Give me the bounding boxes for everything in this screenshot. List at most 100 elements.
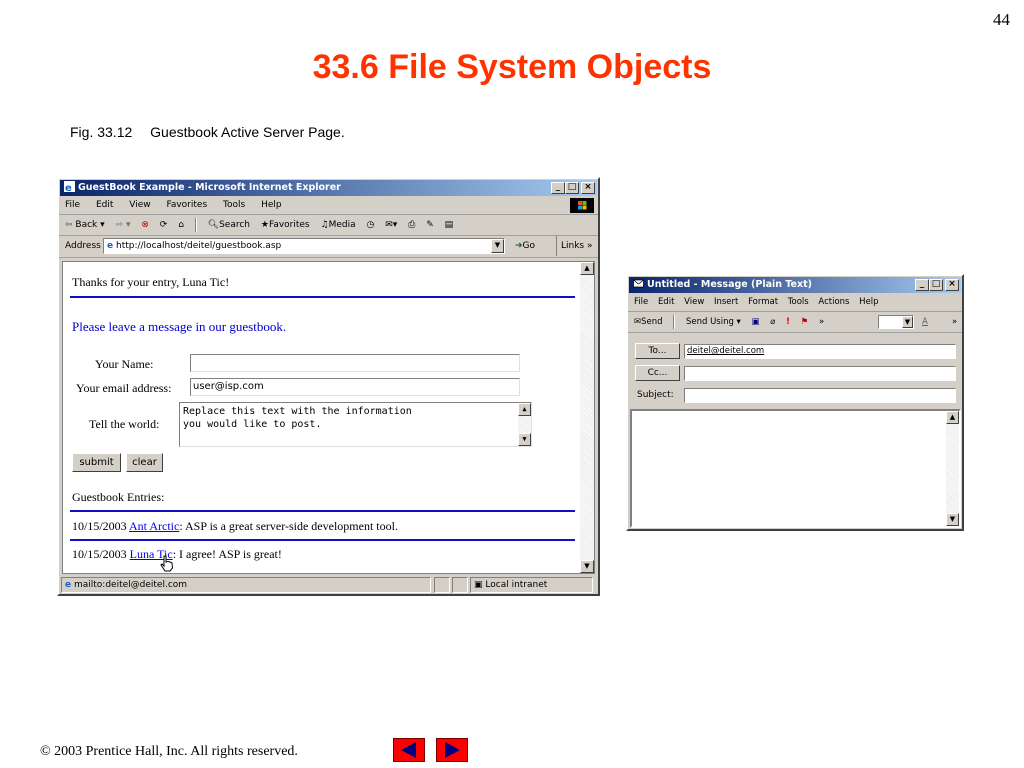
menu-help[interactable]: Help — [261, 200, 282, 210]
media-button[interactable]: ♫Media — [321, 215, 356, 235]
figure-caption: Fig. 33.12 Guestbook Active Server Page. — [70, 124, 345, 140]
back-button[interactable]: ⇦ Back ▾ — [65, 215, 105, 235]
textarea-scrollbar[interactable]: ▲ ▼ — [518, 403, 531, 446]
browser-title-bar[interactable]: e GuestBook Example - Microsoft Internet… — [60, 180, 597, 196]
menu-edit[interactable]: Edit — [658, 297, 674, 307]
minimize-button[interactable]: _ — [915, 279, 929, 291]
menu-tools[interactable]: Tools — [223, 200, 245, 210]
scroll-down-button[interactable]: ▼ — [518, 433, 531, 446]
links-button[interactable]: Links » — [556, 236, 593, 256]
font-size-dropdown[interactable]: ▼ — [878, 315, 914, 329]
more-icon[interactable]: » — [952, 312, 957, 332]
print-icon[interactable]: ⎙ — [408, 215, 415, 235]
to-field[interactable]: deitel@deitel.com — [684, 344, 956, 359]
thanks-message: Thanks for your entry, Luna Tic! — [72, 275, 230, 289]
tell-world-label: Tell the world: — [89, 417, 160, 431]
save-icon[interactable]: ▣ — [752, 312, 760, 332]
subject-field[interactable] — [684, 388, 956, 403]
right-arrow-icon — [445, 742, 460, 758]
scroll-down-button[interactable]: ▼ — [946, 513, 959, 526]
menu-actions[interactable]: Actions — [818, 297, 849, 307]
browser-title: GuestBook Example - Microsoft Internet E… — [78, 182, 341, 193]
menu-format[interactable]: Format — [748, 297, 778, 307]
name-input[interactable] — [190, 354, 520, 372]
forward-button[interactable]: ⇨ ▾ — [116, 215, 131, 235]
email-label: Your email address: — [76, 381, 172, 395]
menu-view[interactable]: View — [684, 297, 704, 307]
history-icon[interactable]: ◷ — [366, 215, 374, 235]
address-label: Address — [65, 241, 101, 251]
to-button[interactable]: To... — [635, 343, 680, 359]
menu-help[interactable]: Help — [859, 297, 878, 307]
search-icon: 🔍︎ — [207, 220, 220, 230]
guestbook-page: Thanks for your entry, Luna Tic! Please … — [63, 262, 581, 573]
maximize-button[interactable]: □ — [929, 279, 943, 291]
flag-icon[interactable]: ⚑ — [801, 312, 809, 332]
dropdown-button[interactable]: ▼ — [902, 316, 913, 328]
discuss-icon[interactable]: ▤ — [445, 215, 454, 235]
maximize-button[interactable]: □ — [565, 182, 579, 194]
send-button[interactable]: ✉Send — [634, 312, 663, 332]
more-icon[interactable]: » — [819, 312, 824, 332]
search-button[interactable]: 🔍︎Search — [208, 215, 250, 235]
go-button[interactable]: ➜Go — [515, 236, 535, 256]
svg-text:e: e — [65, 183, 72, 192]
name-label: Your Name: — [95, 357, 154, 371]
scroll-down-button[interactable]: ▼ — [580, 560, 594, 573]
back-arrow-icon: ⇦ — [65, 220, 73, 230]
message-headers: To... deitel@deitel.com Cc... Subject: — [628, 336, 962, 406]
divider — [70, 539, 575, 541]
send-using-button[interactable]: Send Using ▾ — [686, 312, 741, 332]
scroll-up-button[interactable]: ▲ — [518, 403, 531, 416]
importance-icon[interactable]: ! — [786, 312, 790, 332]
mail-menu-bar: File Edit View Insert Format Tools Actio… — [628, 294, 962, 312]
page-scrollbar[interactable]: ▲ ▼ — [580, 262, 594, 573]
scroll-up-button[interactable]: ▲ — [580, 262, 594, 275]
intranet-icon: ▣ — [474, 580, 483, 590]
entry-message: : I agree! ASP is great! — [172, 547, 282, 561]
mail-title-bar[interactable]: Untitled - Message (Plain Text) _ □ × — [629, 277, 961, 293]
menu-file[interactable]: File — [65, 200, 80, 210]
divider — [70, 510, 575, 512]
address-dropdown-button[interactable]: ▼ — [491, 239, 504, 253]
mail-icon[interactable]: ✉▾ — [385, 215, 397, 235]
refresh-icon[interactable]: ⟳ — [160, 215, 168, 235]
cc-field[interactable] — [684, 366, 956, 381]
font-color-icon[interactable]: A — [922, 312, 928, 332]
home-icon[interactable]: ⌂ — [178, 215, 184, 235]
stop-icon[interactable]: ⊗ — [141, 215, 149, 235]
menu-edit[interactable]: Edit — [96, 200, 113, 210]
menu-file[interactable]: File — [634, 297, 648, 307]
minimize-button[interactable]: _ — [551, 182, 565, 194]
message-body[interactable]: ▲ ▼ — [630, 409, 961, 528]
clear-button[interactable]: clear — [126, 453, 163, 472]
status-text: mailto:deitel@deitel.com — [73, 580, 188, 590]
attach-icon[interactable]: ⌀ — [770, 312, 775, 332]
menu-view[interactable]: View — [129, 200, 150, 210]
submit-button[interactable]: submit — [72, 453, 121, 472]
address-input[interactable]: e http://localhost/deitel/guestbook.asp … — [103, 238, 505, 254]
hand-cursor-icon — [160, 555, 174, 576]
toolbar-separator — [673, 314, 676, 329]
previous-slide-button[interactable] — [393, 738, 425, 762]
close-button[interactable]: × — [581, 182, 595, 194]
scroll-up-button[interactable]: ▲ — [946, 411, 959, 424]
next-slide-button[interactable] — [436, 738, 468, 762]
cc-button[interactable]: Cc... — [635, 365, 680, 381]
favorites-button[interactable]: ★Favorites — [261, 215, 310, 235]
copyright-notice: © 2003 Prentice Hall, Inc. All rights re… — [40, 744, 298, 759]
toolbar-separator — [194, 217, 197, 232]
body-scrollbar[interactable]: ▲ ▼ — [946, 411, 959, 526]
page-icon: e — [107, 241, 114, 251]
browser-window: e GuestBook Example - Microsoft Internet… — [57, 177, 600, 596]
menu-tools[interactable]: Tools — [788, 297, 809, 307]
windows-logo-icon — [570, 198, 594, 213]
edit-icon[interactable]: ✎ — [426, 215, 434, 235]
message-textarea[interactable]: Replace this text with the information y… — [179, 402, 532, 447]
left-arrow-icon — [401, 742, 416, 758]
close-button[interactable]: × — [945, 279, 959, 291]
menu-favorites[interactable]: Favorites — [166, 200, 207, 210]
entry-author-link[interactable]: Ant Arctic — [129, 519, 179, 533]
email-input[interactable]: user@isp.com — [190, 378, 520, 396]
menu-insert[interactable]: Insert — [714, 297, 738, 307]
